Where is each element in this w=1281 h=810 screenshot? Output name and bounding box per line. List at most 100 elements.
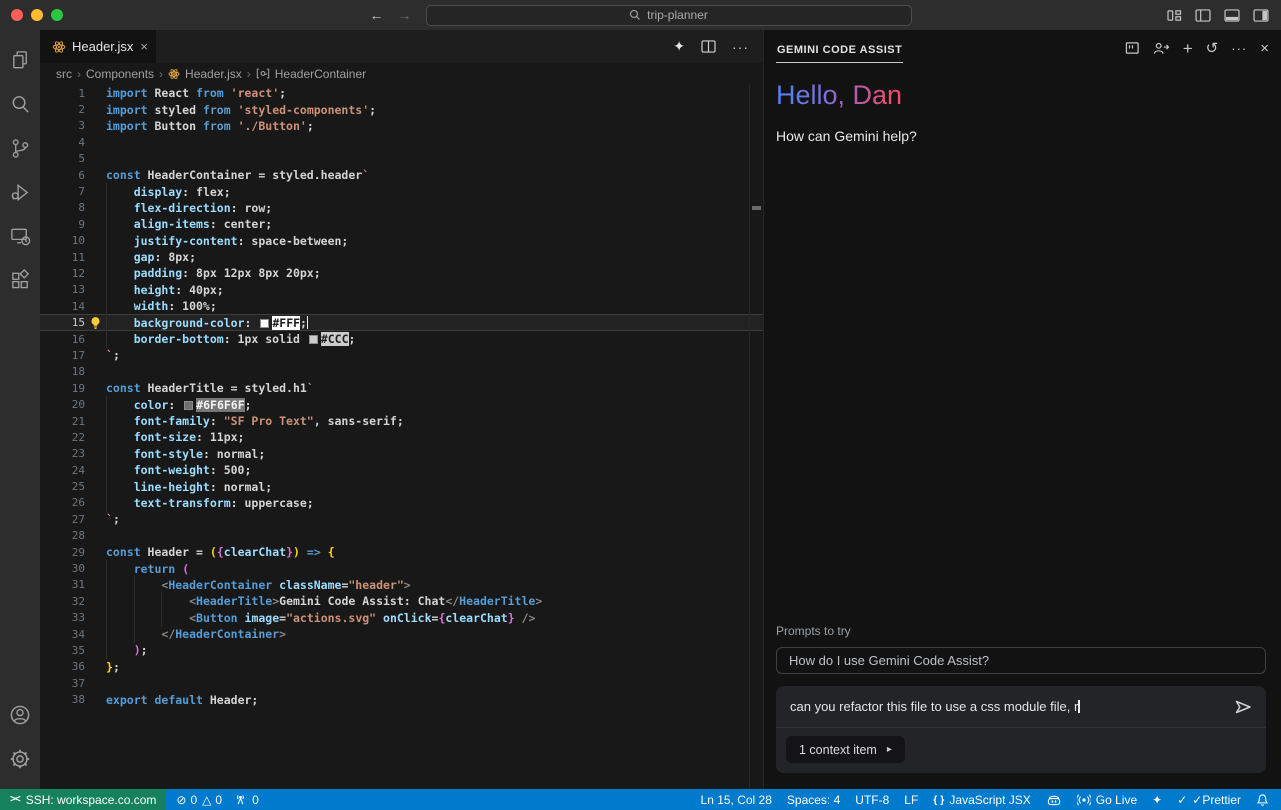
line-number[interactable]: 21 (40, 415, 85, 428)
line-number[interactable]: 29 (40, 546, 85, 559)
line-number[interactable]: 34 (40, 628, 85, 641)
code-line[interactable]: 15 background-color: #FFF; (40, 314, 763, 330)
code-line[interactable]: 22 font-size: 11px; (40, 429, 763, 445)
line-number[interactable]: 23 (40, 447, 85, 460)
line-number[interactable]: 30 (40, 562, 85, 575)
breadcrumb-file[interactable]: Header.jsx (185, 67, 242, 81)
extensions-icon[interactable] (0, 258, 40, 302)
split-editor-icon[interactable] (701, 40, 716, 53)
toggle-primary-sidebar-icon[interactable] (1195, 9, 1211, 22)
code-line[interactable]: 24 font-weight: 500; (40, 462, 763, 478)
copilot-status[interactable] (1046, 793, 1062, 806)
code-line[interactable]: 27`; (40, 511, 763, 527)
run-and-debug-icon[interactable] (0, 170, 40, 214)
tab-close-icon[interactable]: × (140, 39, 148, 54)
code-line[interactable]: 12 padding: 8px 12px 8px 20px; (40, 265, 763, 281)
line-number[interactable]: 18 (40, 365, 85, 378)
code-line[interactable]: 36}; (40, 659, 763, 675)
problems-indicator[interactable]: ⊘0 △0 (176, 793, 222, 807)
line-number[interactable]: 26 (40, 496, 85, 509)
line-number[interactable]: 5 (40, 152, 85, 165)
code-line[interactable]: 7 display: flex; (40, 183, 763, 199)
code-line[interactable]: 4 (40, 134, 763, 150)
cursor-position[interactable]: Ln 15, Col 28 (701, 793, 772, 807)
command-center-search[interactable]: trip-planner (426, 5, 912, 26)
lightbulb-icon[interactable] (89, 316, 102, 330)
line-number[interactable]: 13 (40, 283, 85, 296)
line-number[interactable]: 17 (40, 349, 85, 362)
chat-input[interactable]: can you refactor this file to use a css … (790, 699, 1078, 714)
line-number[interactable]: 33 (40, 611, 85, 624)
line-number[interactable]: 22 (40, 431, 85, 444)
source-control-icon[interactable] (0, 126, 40, 170)
minimize-window-button[interactable] (31, 9, 43, 21)
editor-scrollbar[interactable] (749, 84, 763, 789)
code-line[interactable]: 33 <Button image="actions.svg" onClick={… (40, 610, 763, 626)
send-button[interactable] (1234, 699, 1252, 715)
close-panel-icon[interactable]: × (1260, 40, 1269, 57)
search-view-icon[interactable] (0, 82, 40, 126)
code-line[interactable]: 20 color: #6F6F6F; (40, 396, 763, 412)
editor-more-actions-icon[interactable]: ··· (732, 39, 749, 55)
code-line[interactable]: 11 gap: 8px; (40, 249, 763, 265)
code-line[interactable]: 38export default Header; (40, 691, 763, 707)
context-items-button[interactable]: 1 context item ▸ (786, 736, 905, 763)
eol-indicator[interactable]: LF (904, 793, 918, 807)
line-number[interactable]: 1 (40, 87, 85, 100)
ports-indicator[interactable]: 0 (234, 793, 259, 807)
code-line[interactable]: 32 <HeaderTitle>Gemini Code Assist: Chat… (40, 593, 763, 609)
line-number[interactable]: 15 (40, 316, 85, 329)
indentation-indicator[interactable]: Spaces: 4 (787, 793, 840, 807)
line-number[interactable]: 27 (40, 513, 85, 526)
settings-gear-icon[interactable] (0, 737, 40, 781)
breadcrumb-components[interactable]: Components (86, 67, 154, 81)
code-line[interactable]: 35 ); (40, 642, 763, 658)
code-line[interactable]: 31 <HeaderContainer className="header"> (40, 577, 763, 593)
line-number[interactable]: 20 (40, 398, 85, 411)
breadcrumb-symbol[interactable]: HeaderContainer (275, 67, 366, 81)
new-chat-icon[interactable]: + (1183, 40, 1193, 57)
code-line[interactable]: 1import React from 'react'; (40, 85, 763, 101)
line-number[interactable]: 4 (40, 136, 85, 149)
line-number[interactable]: 19 (40, 382, 85, 395)
gemini-status-icon[interactable]: ✦ (1152, 793, 1162, 807)
line-number[interactable]: 32 (40, 595, 85, 608)
encoding-indicator[interactable]: UTF-8 (855, 793, 889, 807)
line-number[interactable]: 37 (40, 677, 85, 690)
language-mode[interactable]: { } JavaScript JSX (933, 793, 1030, 807)
code-line[interactable]: 14 width: 100%; (40, 298, 763, 314)
line-number[interactable]: 31 (40, 578, 85, 591)
line-number[interactable]: 6 (40, 169, 85, 182)
code-line[interactable]: 2import styled from 'styled-components'; (40, 101, 763, 117)
line-number[interactable]: 2 (40, 103, 85, 116)
go-live-button[interactable]: Go Live (1077, 793, 1137, 807)
chat-view-icon[interactable] (1125, 41, 1140, 55)
toggle-secondary-sidebar-icon[interactable] (1253, 9, 1269, 22)
code-line[interactable]: 30 return ( (40, 560, 763, 576)
line-number[interactable]: 3 (40, 119, 85, 132)
gemini-sparkle-icon[interactable]: ✦ (673, 38, 685, 55)
code-line[interactable]: 19const HeaderTitle = styled.h1` (40, 380, 763, 396)
code-line[interactable]: 3import Button from './Button'; (40, 118, 763, 134)
line-number[interactable]: 25 (40, 480, 85, 493)
code-line[interactable]: 5 (40, 151, 763, 167)
code-line[interactable]: 6const HeaderContainer = styled.header` (40, 167, 763, 183)
code-editor[interactable]: 1import React from 'react';2import style… (40, 84, 763, 789)
code-line[interactable]: 16 border-bottom: 1px solid #CCC; (40, 331, 763, 347)
code-line[interactable]: 29const Header = ({clearChat}) => { (40, 544, 763, 560)
code-line[interactable]: 10 justify-content: space-between; (40, 233, 763, 249)
line-number[interactable]: 28 (40, 529, 85, 542)
code-line[interactable]: 9 align-items: center; (40, 216, 763, 232)
line-number[interactable]: 14 (40, 300, 85, 313)
line-number[interactable]: 11 (40, 251, 85, 264)
remote-explorer-icon[interactable] (0, 214, 40, 258)
accounts-icon[interactable] (0, 693, 40, 737)
line-number[interactable]: 10 (40, 234, 85, 247)
panel-more-actions-icon[interactable]: ··· (1231, 41, 1247, 56)
line-number[interactable]: 36 (40, 660, 85, 673)
back-icon[interactable]: ← (370, 8, 384, 22)
line-number[interactable]: 16 (40, 333, 85, 346)
line-number[interactable]: 7 (40, 185, 85, 198)
code-line[interactable]: 37 (40, 675, 763, 691)
code-line[interactable]: 28 (40, 528, 763, 544)
